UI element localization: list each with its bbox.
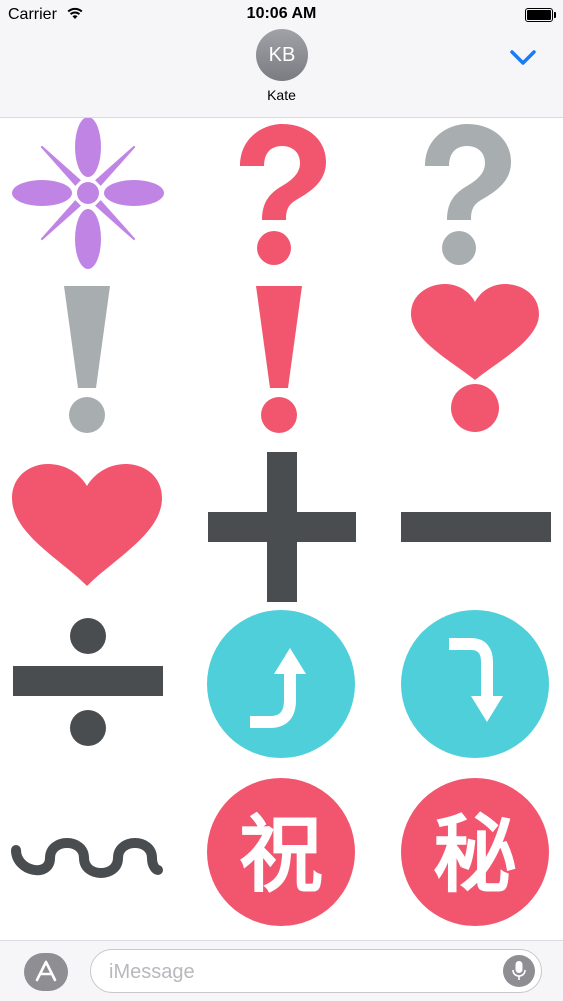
arrow-curve-down-sticker[interactable] (383, 604, 563, 766)
sticker-grid: 祝 秘 (0, 118, 563, 940)
gray-question-sticker[interactable] (383, 118, 563, 280)
message-input-bar (0, 940, 563, 1001)
status-time: 10:06 AM (246, 5, 317, 22)
message-input[interactable] (107, 958, 481, 986)
microphone-icon (512, 961, 526, 980)
divide-sticker[interactable] (0, 604, 180, 766)
chevron-down-icon (510, 50, 536, 65)
conversation-header: Carrier 10:06 AM KB Kate (0, 0, 563, 118)
red-question-sticker[interactable] (190, 118, 370, 280)
secret-sticker[interactable]: 秘 (383, 766, 563, 928)
wavy-dash-sticker[interactable] (0, 766, 180, 928)
plus-sticker[interactable] (190, 442, 370, 604)
svg-text:祝: 祝 (239, 806, 323, 904)
contact-name[interactable]: Kate (0, 87, 563, 103)
message-field[interactable] (90, 949, 542, 993)
arrow-curve-up-sticker[interactable] (190, 604, 370, 766)
heart-exclamation-sticker[interactable] (383, 280, 563, 442)
celebration-sticker[interactable]: 祝 (190, 766, 370, 928)
app-store-button[interactable] (24, 953, 68, 991)
app-store-icon (35, 960, 57, 982)
heart-sticker[interactable] (0, 442, 180, 604)
red-exclamation-sticker[interactable] (190, 280, 370, 442)
svg-text:秘: 秘 (433, 806, 517, 904)
minus-sticker[interactable] (383, 442, 563, 604)
sparkle-sticker[interactable] (0, 118, 180, 280)
avatar[interactable]: KB (256, 29, 308, 81)
dictation-button[interactable] (503, 955, 535, 987)
collapse-button[interactable] (505, 44, 541, 72)
battery-icon (525, 8, 556, 22)
gray-exclamation-sticker[interactable] (0, 280, 180, 442)
